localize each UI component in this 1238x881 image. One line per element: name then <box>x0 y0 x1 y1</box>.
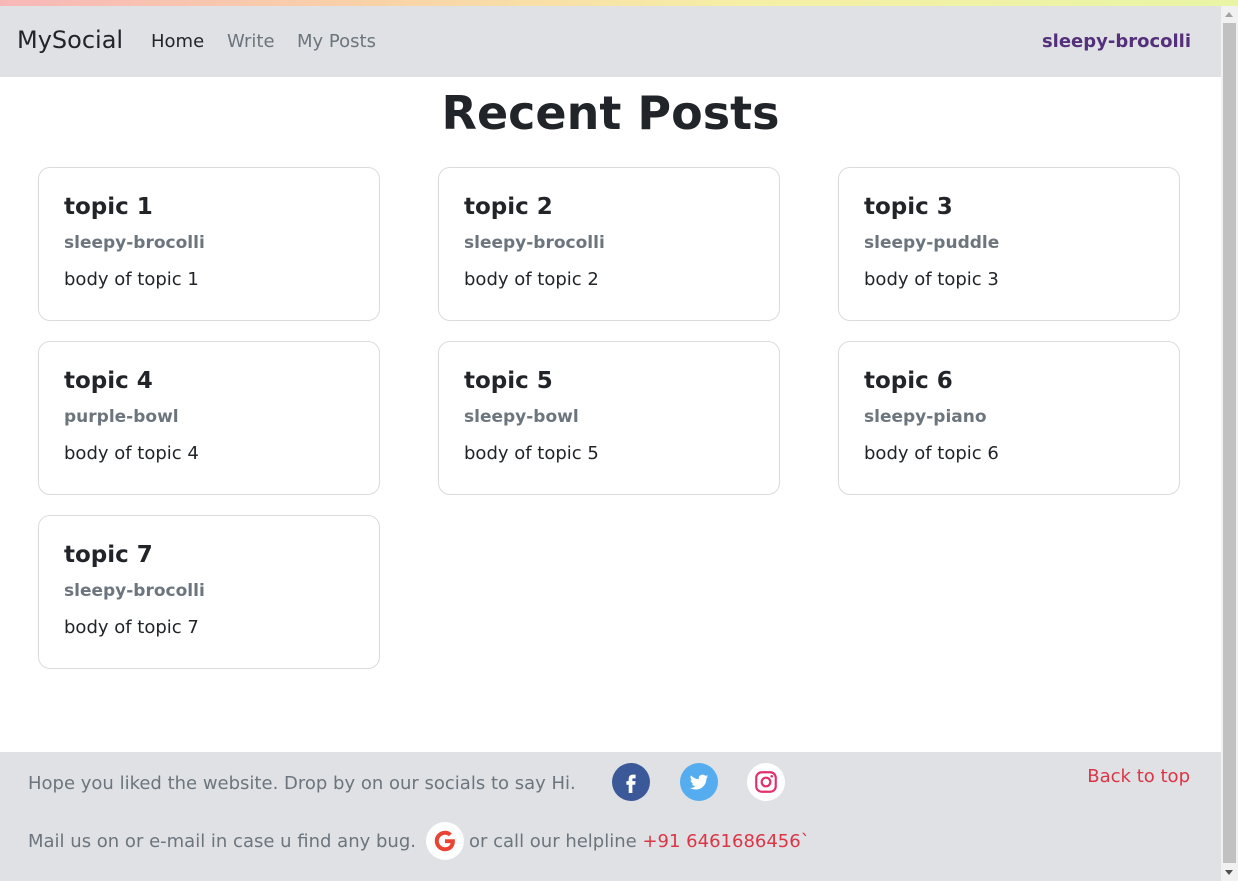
post-author: sleepy-brocolli <box>64 581 205 601</box>
post-body: body of topic 1 <box>64 269 199 290</box>
post-card[interactable]: topic 1 sleepy-brocolli body of topic 1 <box>38 167 380 321</box>
post-body: body of topic 4 <box>64 443 199 464</box>
nav-home[interactable]: Home <box>151 31 204 52</box>
post-title: topic 1 <box>64 194 153 220</box>
post-title: topic 5 <box>464 368 553 394</box>
google-icon[interactable] <box>426 822 464 860</box>
post-body: body of topic 3 <box>864 269 999 290</box>
post-title: topic 3 <box>864 194 953 220</box>
post-title: topic 7 <box>64 542 153 568</box>
footer-mail-text: Mail us on or e-mail in case u find any … <box>28 831 416 852</box>
helpline-label: or call our helpline <box>469 831 637 852</box>
post-author: purple-bowl <box>64 407 179 427</box>
post-body: body of topic 5 <box>464 443 599 464</box>
scrollbar-thumb[interactable] <box>1223 23 1236 863</box>
helpline-phone-link[interactable]: +91 6461686456` <box>642 831 809 852</box>
page-title: Recent Posts <box>441 86 780 140</box>
footer-helpline-text: or call our helpline +91 6461686456` <box>469 831 810 852</box>
post-card[interactable]: topic 4 purple-bowl body of topic 4 <box>38 341 380 495</box>
nav-my-posts[interactable]: My Posts <box>297 31 376 52</box>
post-card[interactable]: topic 7 sleepy-brocolli body of topic 7 <box>38 515 380 669</box>
post-body: body of topic 6 <box>864 443 999 464</box>
post-body: body of topic 7 <box>64 617 199 638</box>
nav-write[interactable]: Write <box>227 31 275 52</box>
post-title: topic 2 <box>464 194 553 220</box>
navbar: MySocial Home Write My Posts sleepy-broc… <box>0 6 1221 77</box>
nav-user-link[interactable]: sleepy-brocolli <box>1042 31 1191 52</box>
post-author: sleepy-bowl <box>464 407 579 427</box>
post-title: topic 4 <box>64 368 153 394</box>
instagram-icon[interactable] <box>747 763 785 801</box>
post-author: sleepy-brocolli <box>64 233 205 253</box>
post-author: sleepy-brocolli <box>464 233 605 253</box>
back-to-top-link[interactable]: Back to top <box>1087 766 1190 787</box>
post-author: sleepy-puddle <box>864 233 1000 253</box>
post-card[interactable]: topic 6 sleepy-piano body of topic 6 <box>838 341 1180 495</box>
post-card[interactable]: topic 5 sleepy-bowl body of topic 5 <box>438 341 780 495</box>
brand-logo[interactable]: MySocial <box>17 26 123 54</box>
post-body: body of topic 2 <box>464 269 599 290</box>
footer: Hope you liked the website. Drop by on o… <box>0 752 1221 881</box>
scroll-up-icon[interactable] <box>1225 12 1233 17</box>
post-card[interactable]: topic 2 sleepy-brocolli body of topic 2 <box>438 167 780 321</box>
footer-message: Hope you liked the website. Drop by on o… <box>28 773 576 794</box>
post-card[interactable]: topic 3 sleepy-puddle body of topic 3 <box>838 167 1180 321</box>
facebook-icon[interactable] <box>612 763 650 801</box>
twitter-icon[interactable] <box>680 763 718 801</box>
post-author: sleepy-piano <box>864 407 987 427</box>
scroll-down-icon[interactable] <box>1225 870 1233 875</box>
post-title: topic 6 <box>864 368 953 394</box>
scrollbar[interactable] <box>1221 6 1238 881</box>
